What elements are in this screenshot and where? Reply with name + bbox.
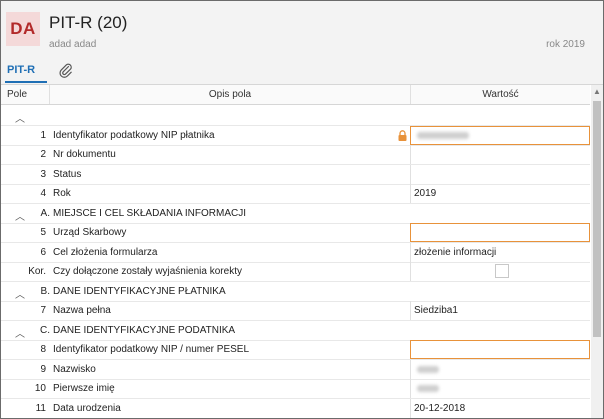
field-description: Czy dołączone zostały wyjaśnienia korekt…: [53, 266, 242, 277]
field-number: 9: [40, 363, 46, 375]
window: DA PIT-R (20) adad adad rok 2019 PIT-R P…: [0, 0, 604, 419]
field-value[interactable]: złożenie informacji: [410, 242, 590, 262]
collapse-chevron-icon[interactable]: ︿: [15, 208, 25, 223]
paperclip-icon[interactable]: [58, 62, 74, 78]
field-description: Data urodzenia: [53, 402, 121, 414]
avatar: DA: [6, 12, 40, 46]
taxpayer-name: adad adad: [49, 39, 97, 50]
table-row: 7 Nazwa pełna Siedziba1: [1, 301, 590, 321]
section-title: MIEJSCE I CEL SKŁADANIA INFORMACJI: [53, 207, 247, 219]
table-row: 8 Identyfikator podatkowy NIP / numer PES…: [1, 340, 590, 360]
table-row: 4 Rok 2019: [1, 184, 590, 204]
section-row: ︿ A. MIEJSCE I CEL SKŁADANIA INFORMACJI: [1, 204, 590, 224]
section-code: A.: [40, 207, 50, 219]
table-header: Pole Opis pola Wartość: [1, 85, 590, 105]
field-description: Cel złożenia formularza: [53, 246, 158, 258]
section-row: ︿ C. DANE IDENTYFIKACYJNE PODATNIKA: [1, 321, 590, 341]
field-number: 5: [40, 227, 46, 238]
field-value[interactable]: Siedziba1: [410, 301, 590, 320]
section-code: B.: [40, 285, 50, 297]
lock-icon: [398, 129, 407, 141]
table-row: 10 Pierwsze imię: [1, 379, 590, 399]
field-number: 4: [40, 188, 46, 199]
column-header-wartosc[interactable]: Wartość: [410, 85, 590, 104]
field-description: Nazwa pełna: [53, 305, 111, 316]
table-row: 2 Nr dokumentu: [1, 145, 590, 165]
field-number: 8: [40, 344, 46, 355]
field-description: Nazwisko: [53, 363, 96, 375]
redacted-value: [417, 365, 439, 373]
collapse-chevron-icon[interactable]: ︿: [15, 325, 25, 340]
field-number: 7: [40, 305, 46, 316]
field-description: Status: [53, 168, 82, 180]
tab-bar: PIT-R: [1, 58, 603, 85]
redacted-value: [417, 131, 469, 139]
active-tab-indicator: [5, 81, 47, 83]
field-number: Kor.: [28, 266, 46, 277]
table-row: Kor. Czy dołączone zostały wyjaśnienia ko…: [1, 262, 590, 282]
field-description: Identyfikator podatkowy NIP / numer PESE…: [53, 344, 250, 355]
collapse-chevron-icon[interactable]: ︿: [15, 110, 25, 125]
field-value[interactable]: 2019: [410, 184, 590, 203]
field-number: 10: [34, 383, 46, 394]
table-row: 1 Identyfikator podatkowy NIP płatnika: [1, 125, 590, 146]
field-number: 6: [40, 246, 46, 258]
correction-checkbox[interactable]: [495, 264, 509, 278]
section-row: ︿ B. DANE IDENTYFIKACYJNE PŁATNIKA: [1, 282, 590, 302]
section-title: DANE IDENTYFIKACYJNE PODATNIKA: [53, 324, 236, 336]
table-row: 3 Status: [1, 164, 590, 185]
field-number: 11: [35, 402, 46, 414]
scrollbar-thumb[interactable]: [593, 101, 601, 337]
field-number: 2: [40, 149, 46, 160]
table-row: 11 Data urodzenia 20-12-2018: [1, 398, 590, 418]
field-description: Urząd Skarbowy: [53, 227, 127, 238]
field-number: 1: [40, 129, 46, 141]
tab-pitr[interactable]: PIT-R: [7, 64, 35, 79]
field-description: Rok: [53, 188, 71, 199]
field-description: Identyfikator podatkowy NIP płatnika: [53, 129, 215, 141]
redacted-value: [417, 385, 439, 392]
table-row: 6 Cel złożenia formularza złożenie informa…: [1, 242, 590, 263]
field-value[interactable]: 20-12-2018: [410, 398, 590, 418]
value-input[interactable]: [410, 223, 590, 242]
section-code: C.: [40, 324, 50, 336]
value-input[interactable]: [410, 340, 590, 359]
collapse-chevron-icon[interactable]: ︿: [15, 286, 25, 301]
year-label: rok 2019: [546, 39, 585, 50]
column-header-opis[interactable]: Opis pola: [49, 85, 410, 104]
section-row: ︿: [1, 106, 590, 126]
form-header: DA PIT-R (20) adad adad rok 2019: [1, 1, 603, 58]
page-title: PIT-R (20): [49, 13, 128, 32]
scroll-up-arrow-icon[interactable]: ▲: [591, 87, 603, 97]
field-value[interactable]: [410, 145, 590, 164]
field-number: 3: [40, 168, 46, 180]
field-value[interactable]: [410, 164, 590, 184]
section-title: DANE IDENTYFIKACYJNE PŁATNIKA: [53, 285, 226, 297]
field-description: Pierwsze imię: [53, 383, 115, 394]
field-description: Nr dokumentu: [53, 149, 116, 160]
table-row: 9 Nazwisko: [1, 359, 590, 380]
table-row: 5 Urząd Skarbowy: [1, 223, 590, 243]
column-header-pole[interactable]: Pole: [7, 85, 47, 104]
